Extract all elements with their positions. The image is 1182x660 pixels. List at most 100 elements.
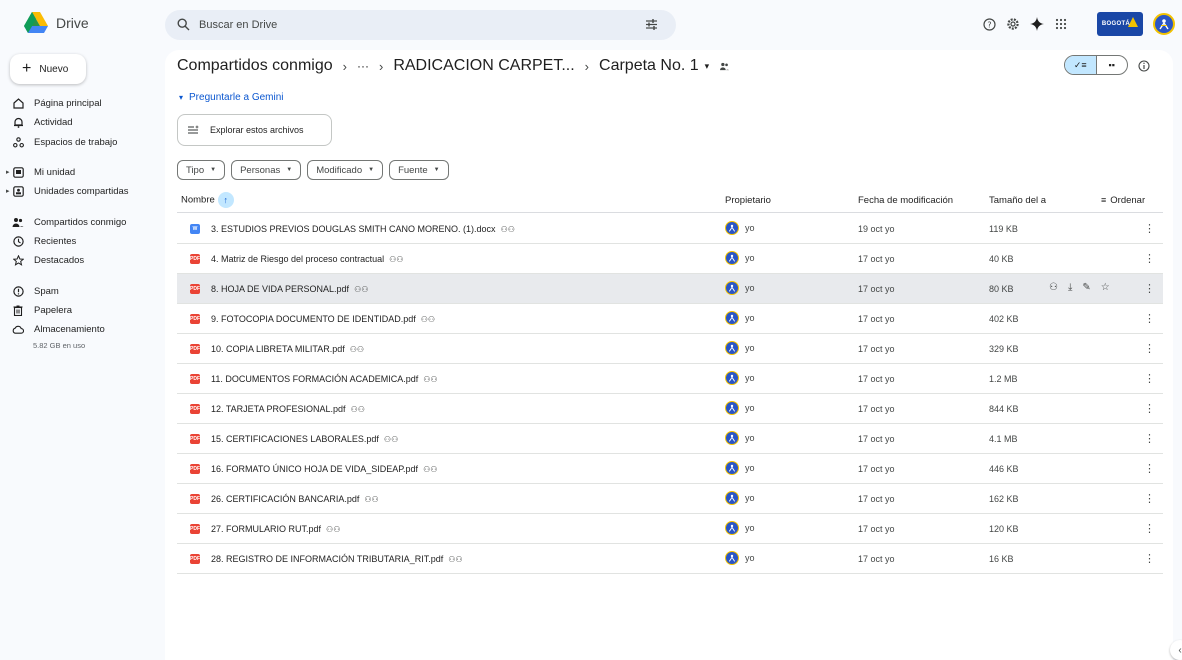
- top-bar: Drive ? BOGOTÁ: [0, 0, 1182, 50]
- grid-view-button[interactable]: ▪▪: [1095, 56, 1128, 74]
- help-icon[interactable]: ?: [980, 15, 998, 33]
- rename-pencil-icon[interactable]: ✎: [1082, 282, 1090, 293]
- breadcrumb-parent-folder[interactable]: RADICACION CARPET...: [393, 57, 574, 75]
- file-name[interactable]: 12. TARJETA PROFESIONAL.pdf ⚇⚇: [211, 404, 365, 414]
- filter-chip-label: Tipo: [186, 164, 205, 176]
- more-actions-icon[interactable]: ⋮: [1144, 282, 1155, 295]
- file-name[interactable]: 10. COPIA LIBRETA MILITAR.pdf ⚇⚇: [211, 344, 364, 354]
- info-icon[interactable]: [1138, 60, 1150, 72]
- breadcrumb-ellipsis[interactable]: ···: [357, 59, 369, 73]
- file-name[interactable]: 8. HOJA DE VIDA PERSONAL.pdf ⚇⚇: [211, 284, 368, 294]
- new-button[interactable]: + Nuevo: [10, 54, 86, 84]
- owner-name: yo: [745, 343, 755, 353]
- more-actions-icon[interactable]: ⋮: [1144, 222, 1155, 235]
- table-row[interactable]: PDF 16. FORMATO ÚNICO HOJA DE VIDA_SIDEA…: [177, 454, 1163, 484]
- search-input[interactable]: [199, 16, 619, 34]
- file-name[interactable]: 3. ESTUDIOS PREVIOS DOUGLAS SMITH CANO M…: [211, 224, 515, 234]
- file-name[interactable]: 15. CERTIFICACIONES LABORALES.pdf ⚇⚇: [211, 434, 398, 444]
- file-name[interactable]: 9. FOTOCOPIA DOCUMENTO DE IDENTIDAD.pdf ⚇…: [211, 314, 435, 324]
- star-icon[interactable]: ☆: [1101, 282, 1110, 293]
- sort-menu-button[interactable]: ≡ Ordenar: [1101, 195, 1145, 206]
- more-actions-icon[interactable]: ⋮: [1144, 432, 1155, 445]
- sidebar-item-shared-drives[interactable]: ▸ Unidades compartidas: [6, 184, 129, 198]
- sidebar-item-recent[interactable]: Recientes: [12, 234, 76, 248]
- explore-files-label: Explorar estos archivos: [210, 125, 304, 135]
- gemini-toggle[interactable]: ▾ Preguntarle a Gemini: [179, 92, 284, 103]
- search-icon: [177, 18, 190, 31]
- table-header: Nombre ↑ Propietario Fecha de modificació…: [177, 189, 1163, 213]
- more-actions-icon[interactable]: ⋮: [1144, 462, 1155, 475]
- sidebar-item-activity[interactable]: Actividad: [12, 115, 73, 129]
- settings-gear-icon[interactable]: [1004, 15, 1022, 33]
- table-row[interactable]: PDF 10. COPIA LIBRETA MILITAR.pdf ⚇⚇ yo 1…: [177, 334, 1163, 364]
- sort-lines-icon: ≡: [1101, 195, 1107, 205]
- owner-avatar: [725, 431, 739, 445]
- folder-menu-dropdown-icon[interactable]: ▾: [705, 61, 710, 72]
- sidebar-item-home[interactable]: Página principal: [12, 96, 102, 110]
- more-actions-icon[interactable]: ⋮: [1144, 312, 1155, 325]
- breadcrumb-current-folder[interactable]: Carpeta No. 1: [599, 57, 699, 75]
- table-row[interactable]: PDF 28. REGISTRO DE INFORMACIÓN TRIBUTAR…: [177, 544, 1163, 574]
- more-actions-icon[interactable]: ⋮: [1144, 492, 1155, 505]
- more-actions-icon[interactable]: ⋮: [1144, 372, 1155, 385]
- file-name[interactable]: 28. REGISTRO DE INFORMACIÓN TRIBUTARIA_R…: [211, 554, 463, 564]
- file-name[interactable]: 27. FORMULARIO RUT.pdf ⚇⚇: [211, 524, 340, 534]
- expand-caret-icon[interactable]: ▸: [6, 187, 10, 195]
- share-person-add-icon[interactable]: ⚇: [1049, 282, 1058, 293]
- table-row[interactable]: PDF 27. FORMULARIO RUT.pdf ⚇⚇ yo 17 oct y…: [177, 514, 1163, 544]
- file-name[interactable]: 4. Matriz de Riesgo del proceso contract…: [211, 254, 403, 264]
- sidebar-item-workspaces[interactable]: Espacios de trabajo: [12, 135, 117, 149]
- column-header-size[interactable]: Tamaño del a: [989, 195, 1046, 206]
- filter-chip-people[interactable]: Personas ▼: [231, 160, 302, 180]
- filter-chip-source[interactable]: Fuente ▼: [389, 160, 449, 180]
- table-row[interactable]: PDF 8. HOJA DE VIDA PERSONAL.pdf ⚇⚇ yo 17…: [177, 274, 1163, 304]
- column-header-name[interactable]: Nombre ↑: [181, 192, 234, 208]
- sidebar-item-shared-with-me[interactable]: Compartidos conmigo: [12, 215, 126, 229]
- column-header-modified[interactable]: Fecha de modificación: [858, 195, 953, 206]
- sidebar-item-my-drive[interactable]: ▸ Mi unidad: [6, 165, 75, 179]
- apps-grid-icon[interactable]: [1052, 15, 1070, 33]
- account-avatar[interactable]: [1153, 13, 1175, 35]
- more-actions-icon[interactable]: ⋮: [1144, 342, 1155, 355]
- breadcrumb-root[interactable]: Compartidos conmigo: [177, 57, 333, 75]
- storage-usage-text: 5.82 GB en uso: [33, 341, 86, 350]
- table-row[interactable]: PDF 11. DOCUMENTOS FORMACIÓN ACADEMICA.p…: [177, 364, 1163, 394]
- file-name[interactable]: 11. DOCUMENTOS FORMACIÓN ACADEMICA.pdf ⚇⚇: [211, 374, 438, 384]
- file-name[interactable]: 16. FORMATO ÚNICO HOJA DE VIDA_SIDEAP.pd…: [211, 464, 437, 474]
- download-icon[interactable]: ⤓: [1068, 282, 1072, 293]
- drive-logo[interactable]: Drive: [24, 12, 89, 33]
- column-header-owner[interactable]: Propietario: [725, 195, 771, 206]
- organization-logo[interactable]: BOGOTÁ: [1097, 12, 1143, 36]
- sidebar-item-spam[interactable]: Spam: [12, 284, 59, 298]
- table-row[interactable]: W 3. ESTUDIOS PREVIOS DOUGLAS SMITH CANO…: [177, 214, 1163, 244]
- table-row[interactable]: PDF 9. FOTOCOPIA DOCUMENTO DE IDENTIDAD.…: [177, 304, 1163, 334]
- owner-avatar: [725, 461, 739, 475]
- sort-ascending-arrow-icon[interactable]: ↑: [217, 192, 234, 208]
- filter-chip-modified[interactable]: Modificado ▼: [307, 160, 384, 180]
- sidebar-item-storage[interactable]: Almacenamiento: [12, 322, 105, 336]
- filter-chip-type[interactable]: Tipo ▼: [177, 160, 226, 180]
- table-row[interactable]: PDF 12. TARJETA PROFESIONAL.pdf ⚇⚇ yo 17 …: [177, 394, 1163, 424]
- sidebar-item-trash[interactable]: Papelera: [12, 303, 72, 317]
- pdf-file-icon: PDF: [190, 284, 200, 294]
- table-row[interactable]: PDF 15. CERTIFICACIONES LABORALES.pdf ⚇⚇ …: [177, 424, 1163, 454]
- sidebar-item-starred[interactable]: Destacados: [12, 253, 84, 267]
- main-panel: Compartidos conmigo › ··· › RADICACION C…: [165, 50, 1173, 660]
- expand-caret-icon[interactable]: ▸: [6, 168, 10, 176]
- search-options-icon[interactable]: [645, 18, 658, 31]
- table-row[interactable]: PDF 4. Matriz de Riesgo del proceso cont…: [177, 244, 1163, 274]
- gemini-sparkle-icon[interactable]: [1028, 15, 1046, 33]
- file-name[interactable]: 26. CERTIFICACIÓN BANCARIA.pdf ⚇⚇: [211, 494, 379, 504]
- search-bar[interactable]: [165, 10, 676, 40]
- more-actions-icon[interactable]: ⋮: [1144, 252, 1155, 265]
- more-actions-icon[interactable]: ⋮: [1144, 552, 1155, 565]
- filter-chip-label: Modificado: [316, 164, 363, 176]
- explore-files-button[interactable]: Explorar estos archivos: [177, 114, 332, 146]
- more-actions-icon[interactable]: ⋮: [1144, 522, 1155, 535]
- owner-avatar: [725, 281, 739, 295]
- file-modified-date: 17 oct yo: [858, 284, 895, 294]
- table-row[interactable]: PDF 26. CERTIFICACIÓN BANCARIA.pdf ⚇⚇ yo …: [177, 484, 1163, 514]
- new-button-label: Nuevo: [39, 63, 69, 75]
- more-actions-icon[interactable]: ⋮: [1144, 402, 1155, 415]
- list-view-button[interactable]: ✓≡: [1065, 56, 1096, 74]
